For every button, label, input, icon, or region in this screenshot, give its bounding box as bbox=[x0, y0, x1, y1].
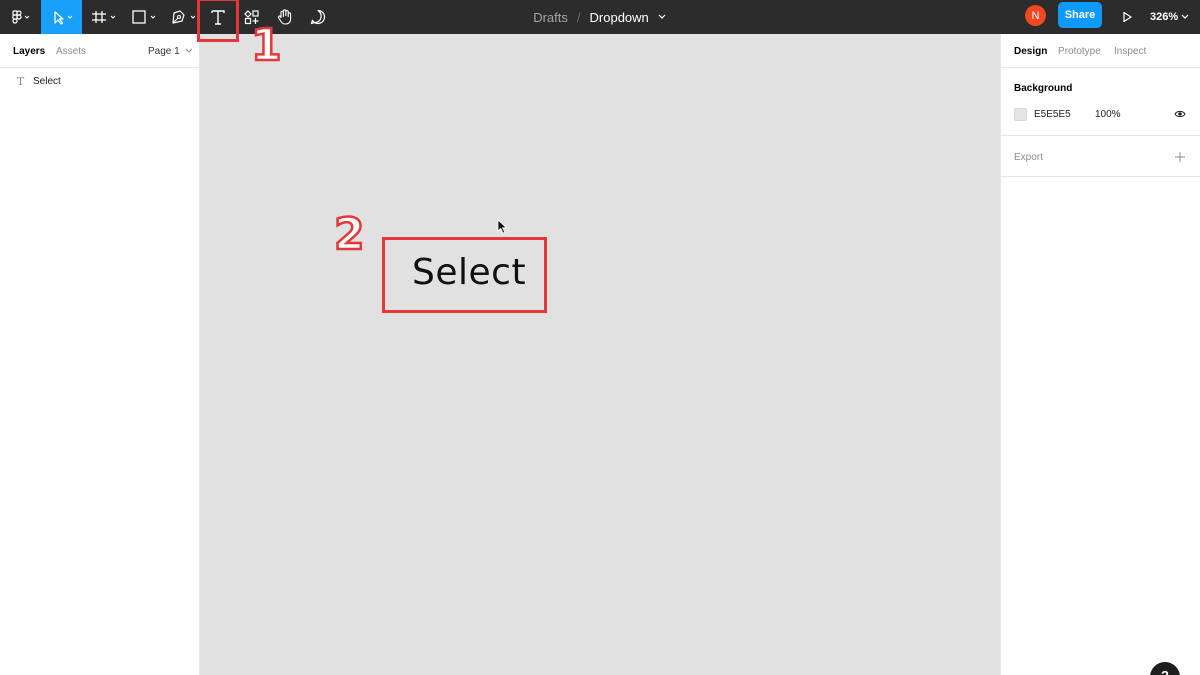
breadcrumb-separator: / bbox=[576, 9, 581, 25]
export-title: Export bbox=[1014, 152, 1043, 163]
background-color-swatch[interactable] bbox=[1014, 108, 1027, 121]
add-export-plus-icon[interactable] bbox=[1174, 151, 1186, 163]
pen-tool-icon[interactable] bbox=[168, 0, 200, 34]
shape-tool-icon[interactable] bbox=[128, 0, 160, 34]
right-panel: Design Prototype Inspect Background E5E5… bbox=[1000, 34, 1200, 675]
annotation-number-1: 1 bbox=[250, 20, 283, 71]
tab-inspect[interactable]: Inspect bbox=[1114, 34, 1146, 68]
annotation-number-2: 2 bbox=[333, 209, 366, 260]
annotation-box-1 bbox=[197, 0, 239, 42]
toolbar: Drafts / Dropdown N Share 326% bbox=[0, 0, 1200, 34]
background-hex-input[interactable]: E5E5E5 bbox=[1034, 109, 1071, 120]
eye-icon[interactable] bbox=[1174, 109, 1186, 119]
layer-item-select[interactable]: T Select bbox=[0, 72, 199, 90]
mouse-cursor-icon bbox=[497, 219, 508, 234]
export-section: Export bbox=[1001, 136, 1200, 177]
file-menu-chevron-icon[interactable] bbox=[657, 13, 667, 21]
file-name[interactable]: Dropdown bbox=[590, 10, 649, 25]
page-chevron-icon bbox=[185, 48, 193, 53]
left-panel-tabs: Layers Assets Page 1 bbox=[0, 34, 199, 68]
text-layer-icon: T bbox=[16, 74, 25, 88]
tab-design[interactable]: Design bbox=[1014, 34, 1047, 68]
zoom-chevron-icon bbox=[1181, 14, 1189, 19]
present-play-icon[interactable] bbox=[1116, 0, 1138, 34]
zoom-menu[interactable]: 326% bbox=[1150, 0, 1190, 34]
share-button[interactable]: Share bbox=[1058, 2, 1102, 28]
left-panel: Layers Assets Page 1 T Select bbox=[0, 34, 200, 675]
background-title: Background bbox=[1014, 83, 1073, 94]
tab-prototype[interactable]: Prototype bbox=[1058, 34, 1101, 68]
right-panel-tabs: Design Prototype Inspect bbox=[1001, 34, 1200, 68]
breadcrumb-folder[interactable]: Drafts bbox=[533, 10, 568, 25]
canvas[interactable]: Select bbox=[200, 34, 1000, 675]
tab-assets[interactable]: Assets bbox=[56, 34, 86, 68]
page-selector[interactable]: Page 1 bbox=[148, 34, 194, 68]
annotation-box-2 bbox=[382, 237, 547, 313]
zoom-level: 326% bbox=[1150, 11, 1179, 23]
background-opacity-input[interactable]: 100% bbox=[1095, 109, 1121, 120]
page-selector-label: Page 1 bbox=[148, 45, 180, 57]
comment-icon[interactable] bbox=[306, 0, 330, 34]
layer-name: Select bbox=[33, 75, 61, 87]
move-tool-icon[interactable] bbox=[41, 0, 82, 34]
tab-layers[interactable]: Layers bbox=[13, 34, 45, 68]
background-section: Background E5E5E5 100% bbox=[1001, 68, 1200, 136]
frame-tool-icon[interactable] bbox=[88, 0, 120, 34]
figma-menu-icon[interactable] bbox=[6, 0, 36, 34]
avatar[interactable]: N bbox=[1025, 5, 1046, 26]
